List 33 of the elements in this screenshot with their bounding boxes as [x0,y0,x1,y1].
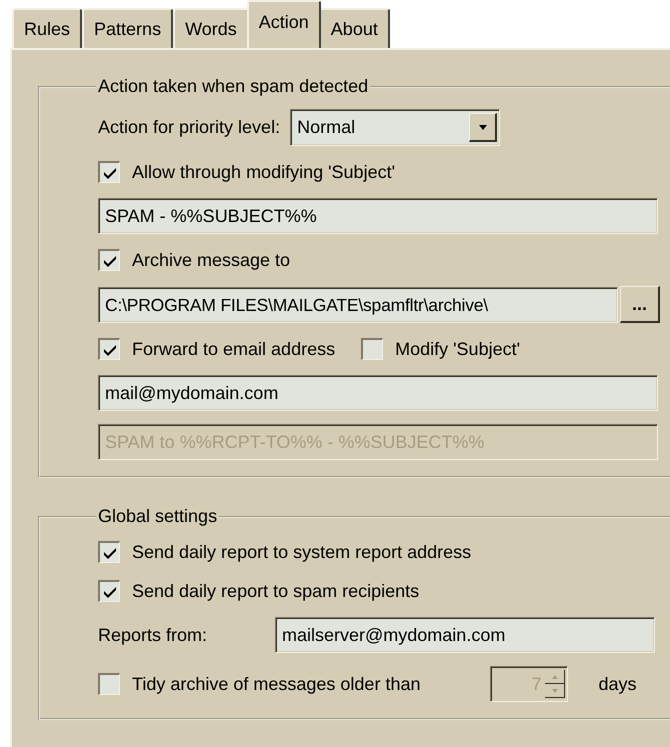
check-mark-icon [102,584,116,598]
text-field[interactable]: mailserver@mydomain.com [275,617,655,653]
tab[interactable]: Patterns [82,8,174,48]
tab[interactable]: Action [246,0,321,48]
dropdown[interactable]: Normal [290,109,500,146]
tab[interactable]: About [318,8,390,48]
checkbox[interactable] [361,338,384,360]
browse-button[interactable]: ... [620,286,660,323]
checkbox[interactable] [98,249,120,271]
check-mark-icon [102,166,116,180]
checkbox[interactable] [98,161,120,183]
tab[interactable]: Rules [12,8,82,48]
path-field[interactable]: C:\PROGRAM FILES\MAILGATE\spamfltr\archive\ [98,286,618,322]
group-title: Action taken when spam detected [97,76,370,97]
checkbox[interactable] [98,541,120,563]
field-label: Action for priority level: [98,117,280,138]
check-mark-icon [102,254,116,268]
tab[interactable]: Words [173,8,249,48]
check-mark-icon [102,342,116,356]
checkbox[interactable] [98,338,120,360]
field-label: Reports from: [98,624,208,646]
text-field[interactable]: mail@mydomain.com [98,375,658,411]
checkbox-label[interactable]: Allow through modifying 'Subject' [132,162,396,182]
group-title: Global settings [97,506,218,527]
check-mark-icon [102,546,116,560]
unit-label: days [598,674,637,694]
checkbox[interactable] [98,580,120,602]
checkbox-label[interactable]: Archive message to [132,250,290,270]
text-field[interactable]: SPAM - %%SUBJECT%% [98,198,658,234]
checkbox-label[interactable]: Send daily report to system report address [132,542,472,562]
checkbox-label[interactable]: Forward to email address [132,338,336,360]
checkbox-label[interactable]: Send daily report to spam recipients [132,580,420,602]
checkbox-label[interactable]: Modify 'Subject' [395,338,520,360]
